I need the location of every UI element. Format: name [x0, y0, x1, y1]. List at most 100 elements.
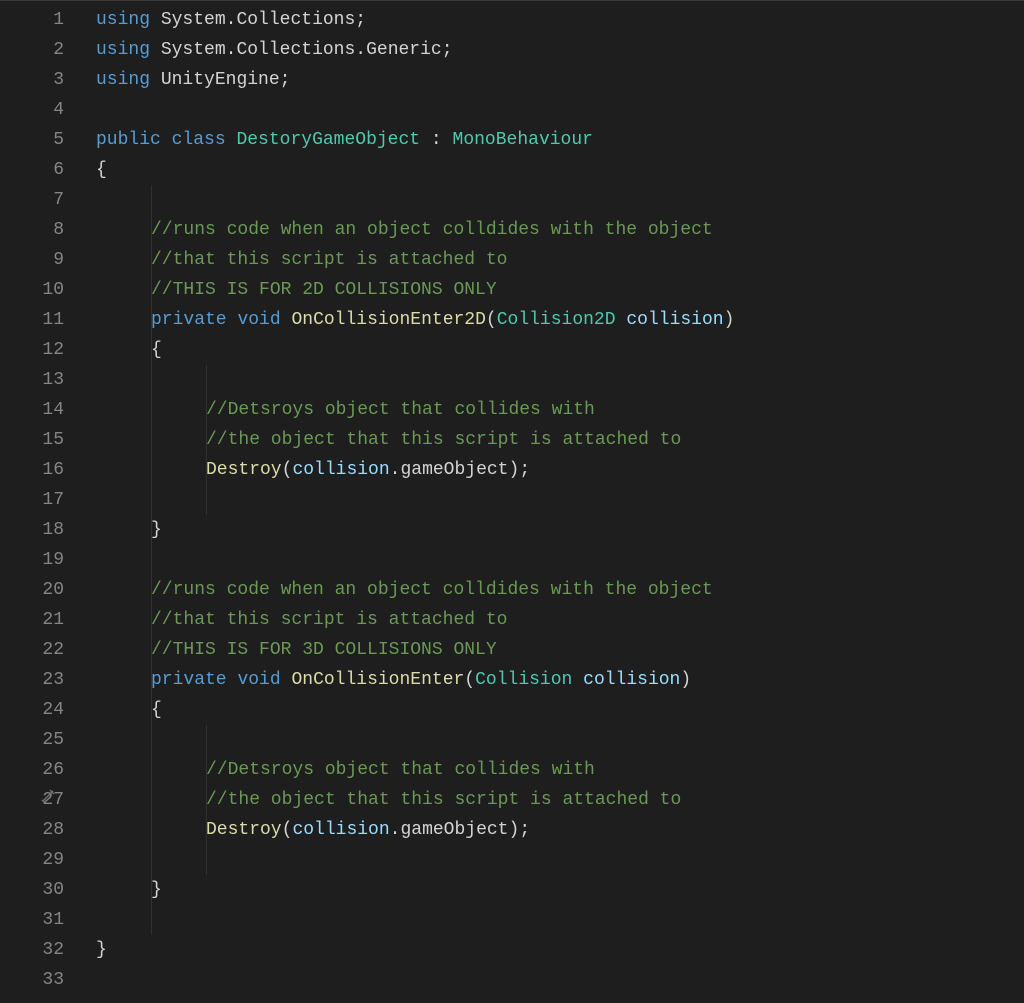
code-line[interactable]: [96, 965, 1024, 995]
token-punct: }: [151, 520, 162, 540]
token-punct: (: [486, 310, 497, 330]
line-number: 23: [0, 665, 64, 695]
line-number: 16: [0, 455, 64, 485]
token-plain: [420, 130, 431, 150]
code-line[interactable]: [96, 95, 1024, 125]
token-punct: ;: [519, 820, 530, 840]
token-punct: {: [151, 340, 162, 360]
line-number: 22: [0, 635, 64, 665]
codeaction-icon[interactable]: [40, 785, 54, 799]
line-number: 26: [0, 755, 64, 785]
code-line[interactable]: private void OnCollisionEnter2D(Collisio…: [96, 305, 1024, 335]
indent-guide: [151, 275, 152, 305]
indent-guide: [151, 305, 152, 335]
token-method: Destroy: [206, 820, 282, 840]
code-line[interactable]: public class DestoryGameObject : MonoBeh…: [96, 125, 1024, 155]
token-punct: ;: [519, 460, 530, 480]
token-keyword: using: [96, 10, 150, 30]
code-line[interactable]: }: [96, 875, 1024, 905]
code-line-content: private void OnCollisionEnter2D(Collisio…: [96, 310, 734, 330]
indent-guide: [206, 725, 207, 755]
code-line[interactable]: [96, 485, 1024, 515]
token-keyword: private: [151, 310, 227, 330]
code-line[interactable]: {: [96, 335, 1024, 365]
code-line-content: Destroy(collision.gameObject);: [96, 460, 530, 480]
line-number: 20: [0, 575, 64, 605]
code-line[interactable]: //the object that this script is attache…: [96, 425, 1024, 455]
line-number: 3: [0, 65, 64, 95]
code-line[interactable]: using System.Collections;: [96, 5, 1024, 35]
code-line[interactable]: [96, 845, 1024, 875]
line-number: 28: [0, 815, 64, 845]
token-plain: Collections: [236, 10, 355, 30]
token-punct: (: [282, 820, 293, 840]
code-line[interactable]: [96, 545, 1024, 575]
code-area[interactable]: using System.Collections;using System.Co…: [86, 1, 1024, 1003]
line-number: 32: [0, 935, 64, 965]
code-line[interactable]: //the object that this script is attache…: [96, 785, 1024, 815]
token-plain: Collections: [236, 40, 355, 60]
token-punct: .: [355, 40, 366, 60]
token-method: Destroy: [206, 460, 282, 480]
indent-guide: [151, 545, 152, 575]
code-line[interactable]: //that this script is attached to: [96, 605, 1024, 635]
token-comment: //runs code when an object colldides wit…: [151, 220, 713, 240]
code-line[interactable]: [96, 185, 1024, 215]
token-plain: System: [161, 40, 226, 60]
token-punct: .: [226, 40, 237, 60]
code-line[interactable]: //runs code when an object colldides wit…: [96, 215, 1024, 245]
code-line[interactable]: [96, 905, 1024, 935]
indent-guide: [151, 515, 152, 545]
code-line[interactable]: }: [96, 935, 1024, 965]
code-line-content: //THIS IS FOR 3D COLLISIONS ONLY: [96, 640, 497, 660]
token-punct: ): [724, 310, 735, 330]
token-punct: }: [151, 880, 162, 900]
indent-guide: [206, 425, 207, 455]
token-type: Collision2D: [497, 310, 616, 330]
code-line[interactable]: Destroy(collision.gameObject);: [96, 455, 1024, 485]
code-line[interactable]: [96, 365, 1024, 395]
code-line[interactable]: using System.Collections.Generic;: [96, 35, 1024, 65]
code-line[interactable]: Destroy(collision.gameObject);: [96, 815, 1024, 845]
token-punct: {: [96, 160, 107, 180]
line-number: 6: [0, 155, 64, 185]
code-line[interactable]: //THIS IS FOR 3D COLLISIONS ONLY: [96, 635, 1024, 665]
token-class: DestoryGameObject: [236, 130, 420, 150]
indent-guide: [151, 575, 152, 605]
code-line-content: [96, 370, 151, 390]
code-line-content: //Detsroys object that collides with: [96, 400, 595, 420]
code-line[interactable]: [96, 725, 1024, 755]
token-keyword: using: [96, 70, 150, 90]
code-line-content: [96, 850, 151, 870]
code-line[interactable]: //runs code when an object colldides wit…: [96, 575, 1024, 605]
code-line[interactable]: using UnityEngine;: [96, 65, 1024, 95]
code-line-content: //Detsroys object that collides with: [96, 760, 595, 780]
indent-guide: [151, 335, 152, 365]
code-line[interactable]: //Detsroys object that collides with: [96, 755, 1024, 785]
token-member: gameObject: [400, 460, 508, 480]
line-number: 25: [0, 725, 64, 755]
token-punct: .: [390, 460, 401, 480]
code-line[interactable]: //THIS IS FOR 2D COLLISIONS ONLY: [96, 275, 1024, 305]
code-line[interactable]: private void OnCollisionEnter(Collision …: [96, 665, 1024, 695]
token-method: OnCollisionEnter2D: [291, 310, 485, 330]
code-line-content: //that this script is attached to: [96, 610, 507, 630]
code-line[interactable]: //that this script is attached to: [96, 245, 1024, 275]
line-number: 18: [0, 515, 64, 545]
token-plain: [227, 310, 238, 330]
code-line[interactable]: //Detsroys object that collides with: [96, 395, 1024, 425]
indent-guide: [151, 815, 152, 845]
code-line-content: [96, 490, 151, 510]
line-number: 19: [0, 545, 64, 575]
line-number: 11: [0, 305, 64, 335]
code-editor[interactable]: 1234567891011121314151617181920212223242…: [0, 0, 1024, 1003]
code-line-content: //runs code when an object colldides wit…: [96, 220, 713, 240]
code-line[interactable]: {: [96, 155, 1024, 185]
code-line-content: Destroy(collision.gameObject);: [96, 820, 530, 840]
code-line[interactable]: }: [96, 515, 1024, 545]
code-line[interactable]: {: [96, 695, 1024, 725]
token-keyword: void: [237, 670, 280, 690]
token-punct: {: [151, 700, 162, 720]
indent-guide: [151, 845, 152, 875]
indent-guide: [151, 215, 152, 245]
